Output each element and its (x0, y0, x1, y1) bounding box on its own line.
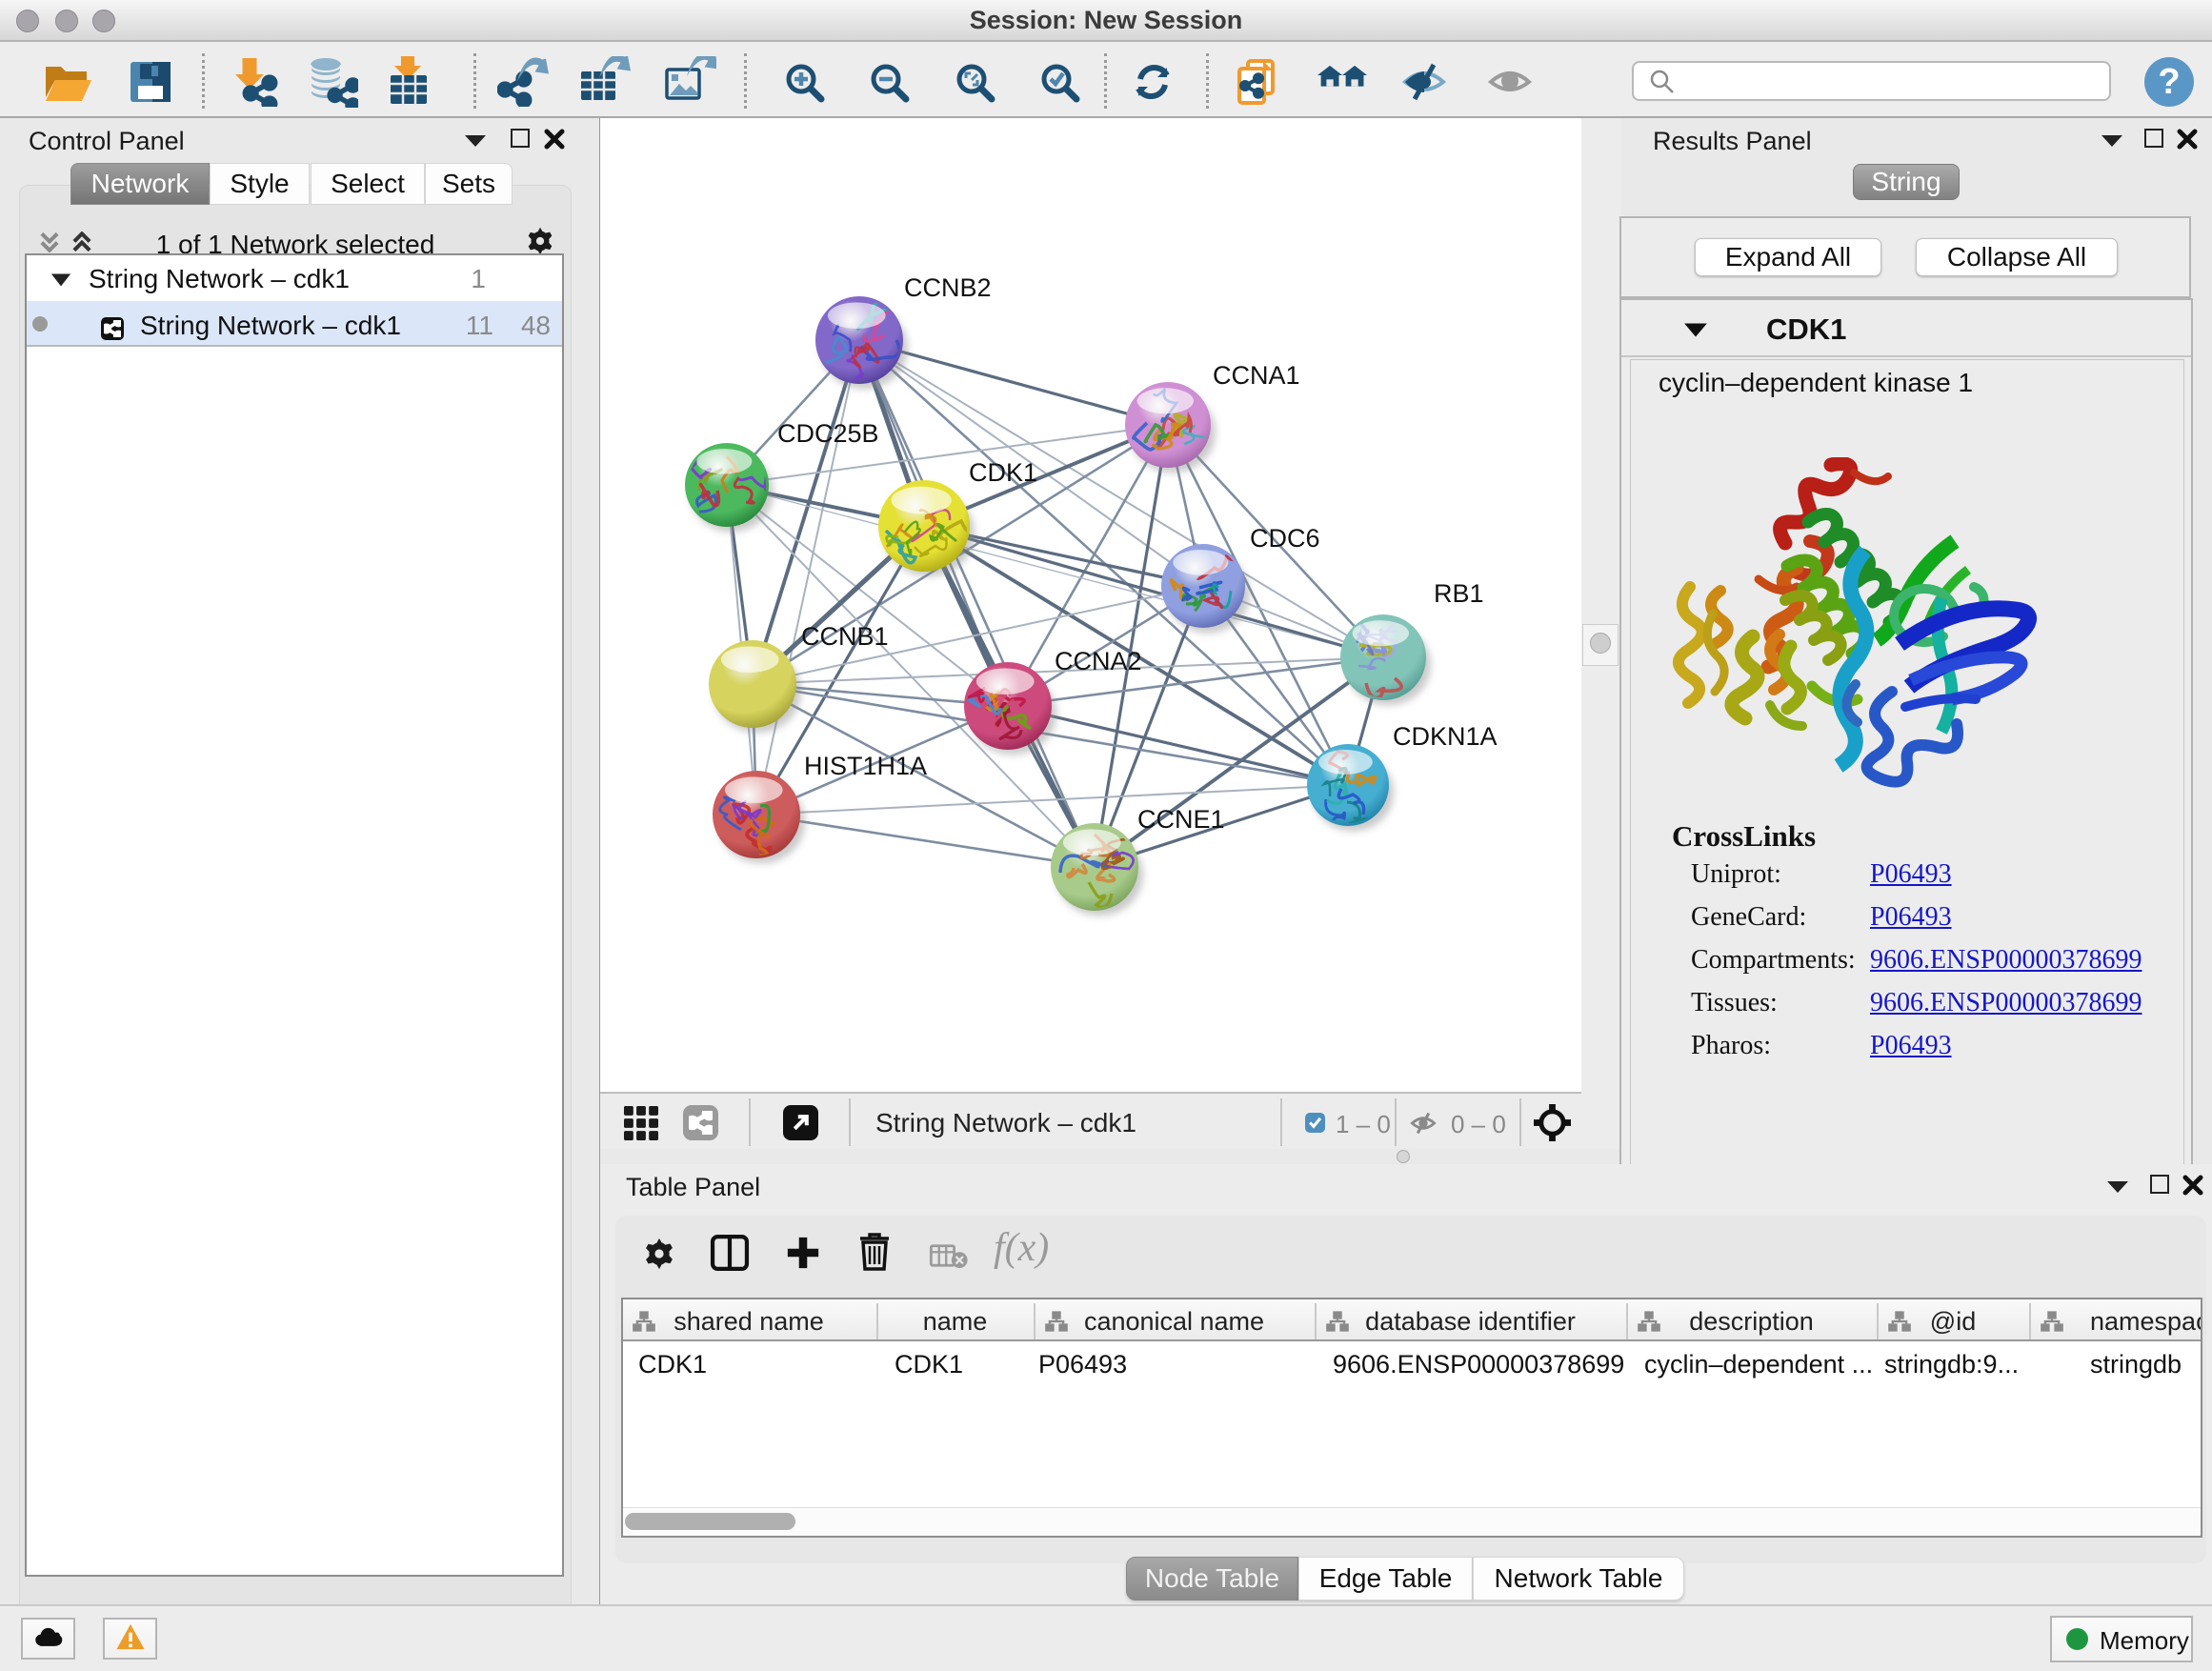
svg-text:CCNA2: CCNA2 (1055, 647, 1142, 675)
svg-text:CCNE1: CCNE1 (1137, 805, 1225, 834)
svg-text:CCNA1: CCNA1 (1213, 361, 1300, 390)
svg-text:CDC25B: CDC25B (777, 419, 879, 448)
svg-text:CDK1: CDK1 (969, 458, 1037, 487)
svg-text:CDKN1A: CDKN1A (1393, 722, 1498, 751)
svg-text:RB1: RB1 (1434, 579, 1484, 608)
svg-text:HIST1H1A: HIST1H1A (804, 752, 927, 780)
svg-text:CCNB1: CCNB1 (801, 622, 889, 651)
svg-text:CDC6: CDC6 (1250, 524, 1320, 553)
svg-text:CCNB2: CCNB2 (904, 273, 992, 302)
